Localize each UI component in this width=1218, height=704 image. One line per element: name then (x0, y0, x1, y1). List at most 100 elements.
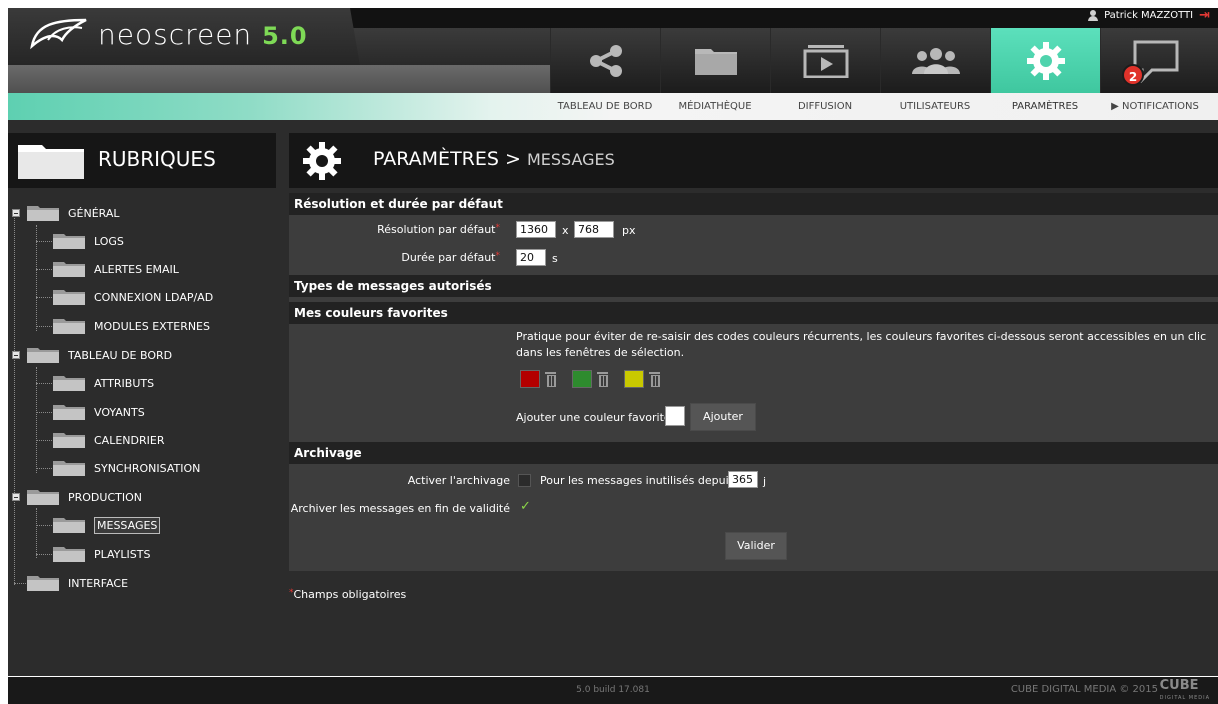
duration-label: Durée par défaut* (401, 251, 500, 264)
required-marker: * (495, 223, 501, 233)
folder-icon (26, 574, 60, 592)
trash-icon[interactable] (545, 371, 556, 387)
user-menu[interactable]: Patrick MAZZOTTI ⇥ (1088, 9, 1210, 22)
add-color-label: Ajouter une couleur favorite : (516, 411, 678, 424)
required-footnote: *Champs obligatoires (289, 588, 407, 601)
notification-badge: 2 (1122, 64, 1144, 86)
tree-node-interface[interactable]: INTERFACE (12, 570, 128, 596)
nav-label: ▶ NOTIFICATIONS (1111, 101, 1199, 112)
page-subtitle: MESSAGES (526, 150, 615, 169)
folder-icon (18, 145, 84, 179)
tree-node-calendrier[interactable]: CALENDRIER (36, 427, 164, 453)
folder-icon (52, 260, 86, 278)
folder-icon (26, 204, 60, 222)
add-color-input[interactable] (665, 406, 685, 426)
enable-archive-checkbox[interactable] (518, 474, 531, 487)
color-swatch-red[interactable] (520, 370, 540, 388)
tree-node-messages[interactable]: MESSAGES (36, 512, 161, 538)
page-title: PARAMÈTRES > MESSAGES (373, 148, 615, 170)
nav-label: DIFFUSION (797, 101, 853, 112)
nav-tableau-de-bord[interactable]: TABLEAU DE BORD (550, 28, 660, 120)
folder-icon (52, 459, 86, 477)
logo[interactable]: neoscreen 5.0 (8, 8, 360, 65)
folder-icon (52, 431, 86, 449)
nav-label: MÉDIATHÈQUE (678, 101, 752, 112)
folder-icon (694, 48, 737, 75)
tree-node-modules-externes[interactable]: MODULES EXTERNES (36, 313, 210, 339)
nav-label: TABLEAU DE BORD (557, 101, 653, 112)
duration-input[interactable]: 20 (516, 249, 546, 266)
folder-icon (52, 516, 86, 534)
folder-icon (26, 488, 60, 506)
gear-icon (303, 142, 341, 180)
footer: 5.0 build 17.081 CUBE DIGITAL MEDIA © 20… (8, 677, 1218, 704)
resolution-width-input[interactable]: 1360 (516, 221, 556, 238)
brand-logo: CUBE DIGITAL MEDIA (1159, 678, 1210, 701)
colors-help-text: Pratique pour éviter de re-saisir des co… (516, 330, 1207, 359)
nav-mediatheque[interactable]: MÉDIATHÈQUE (660, 28, 770, 120)
unused-days-unit: j (763, 475, 767, 488)
collapse-icon[interactable] (12, 209, 20, 217)
expire-archive-label: Archiver les messages en fin de validité (290, 502, 510, 515)
folder-icon (52, 403, 86, 421)
folder-icon (26, 346, 60, 364)
trash-icon[interactable] (597, 371, 608, 387)
duration-unit: s (552, 252, 558, 265)
sidebar-header: RUBRIQUES (8, 133, 276, 188)
nav-notifications[interactable]: 2 ▶ NOTIFICATIONS (1100, 28, 1210, 120)
color-swatch-green[interactable] (572, 370, 592, 388)
unused-label: Pour les messages inutilisés depuis* (540, 473, 739, 489)
resolution-label: Résolution par défaut* (377, 223, 501, 236)
play-icon (803, 44, 848, 78)
tree-node-tableau-de-bord[interactable]: TABLEAU DE BORD (12, 342, 172, 368)
color-swatch-yellow[interactable] (624, 370, 644, 388)
tree-node-logs[interactable]: LOGS (36, 228, 124, 254)
user-name: Patrick MAZZOTTI (1104, 10, 1194, 21)
content-header: PARAMÈTRES > MESSAGES (289, 133, 1218, 188)
tree-node-alertes-email[interactable]: ALERTES EMAIL (36, 256, 179, 282)
nav-label: PARAMÈTRES (1011, 101, 1079, 112)
expire-archive-checkbox[interactable] (518, 499, 531, 515)
tree-node-voyants[interactable]: VOYANTS (36, 399, 145, 425)
folder-icon (52, 545, 86, 563)
tree-node-general[interactable]: GÉNÉRAL (12, 200, 120, 226)
gear-icon (1026, 41, 1065, 80)
tree-node-playlists[interactable]: PLAYLISTS (36, 541, 150, 567)
folder-icon (52, 374, 86, 392)
trash-icon[interactable] (649, 371, 660, 387)
logo-text: neoscreen (98, 18, 253, 51)
nav-utilisateurs[interactable]: UTILISATEURS (880, 28, 990, 120)
nav-parametres[interactable]: PARAMÈTRES (990, 28, 1100, 120)
logout-icon[interactable]: ⇥ (1199, 9, 1210, 22)
users-icon (911, 47, 960, 74)
copyright: CUBE DIGITAL MEDIA © 2015 (1010, 684, 1158, 695)
collapse-icon[interactable] (12, 493, 20, 501)
logo-mark-icon (30, 18, 87, 50)
collapse-icon[interactable] (12, 351, 20, 359)
logo-version: 5.0 (262, 22, 308, 50)
folder-icon (52, 317, 86, 335)
resolution-separator: x (562, 224, 569, 237)
unused-days-input[interactable]: 365 (728, 471, 758, 488)
section-resolution-title: Résolution et durée par défaut (289, 193, 1218, 215)
tree-node-production[interactable]: PRODUCTION (12, 484, 142, 510)
user-icon (1088, 10, 1099, 21)
resolution-height-input[interactable]: 768 (574, 221, 614, 238)
enable-archive-label: Activer l'archivage (407, 474, 510, 487)
tree-node-attributs[interactable]: ATTRIBUTS (36, 370, 154, 396)
tree-node-synchronisation[interactable]: SYNCHRONISATION (36, 455, 200, 481)
share-icon (589, 44, 622, 77)
sidebar-title: RUBRIQUES (98, 147, 216, 171)
folder-icon (52, 288, 86, 306)
nav-diffusion[interactable]: DIFFUSION (770, 28, 880, 120)
section-types-title[interactable]: Types de messages autorisés (289, 275, 1218, 297)
section-archive-title: Archivage (289, 442, 1218, 464)
resolution-unit: px (622, 224, 636, 237)
add-color-button[interactable]: Ajouter (690, 403, 756, 431)
validate-button[interactable]: Valider (725, 532, 787, 560)
nav-label: UTILISATEURS (899, 101, 971, 112)
section-colors-title: Mes couleurs favorites (289, 302, 1218, 324)
folder-icon (52, 232, 86, 250)
header-gray-band (8, 65, 550, 93)
tree-node-connexion-ldap[interactable]: CONNEXION LDAP/AD (36, 284, 213, 310)
